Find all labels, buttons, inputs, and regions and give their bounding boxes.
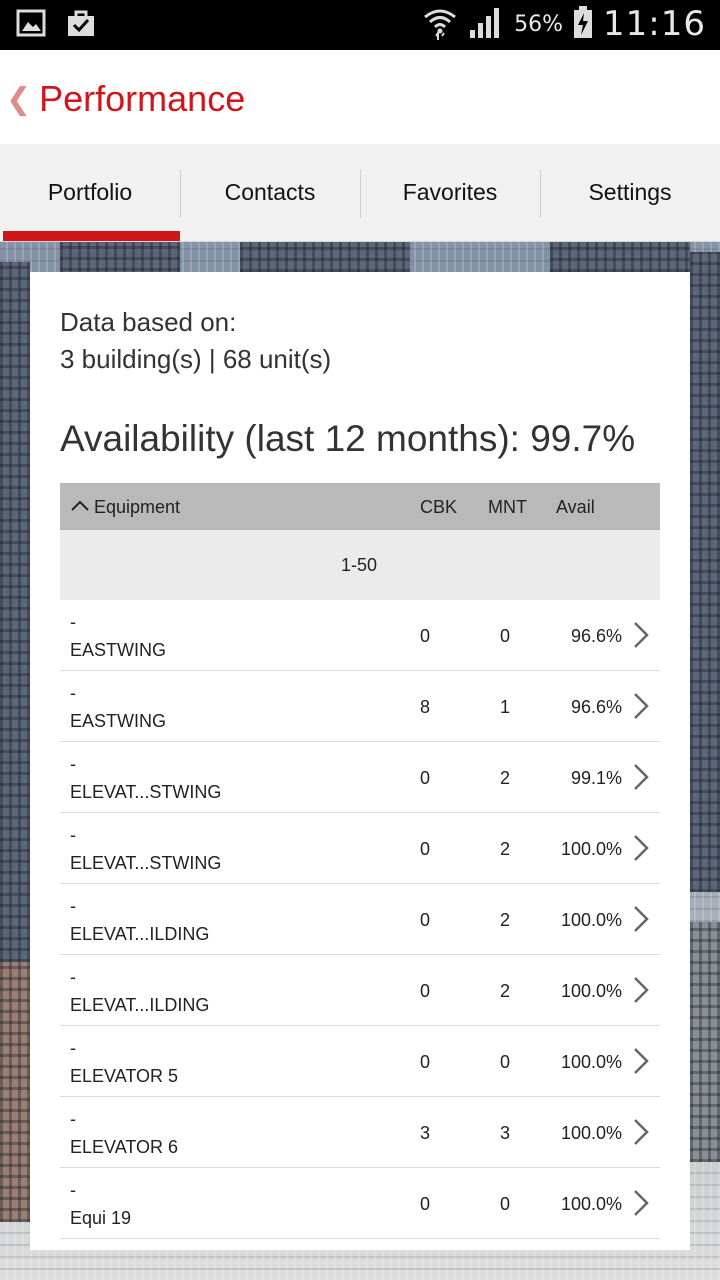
avail-value: 100.0%: [560, 839, 622, 859]
chevron-right-icon[interactable]: [630, 975, 652, 1005]
chevron-right-icon[interactable]: [630, 833, 652, 863]
equipment-name: ELEVAT...STWING: [70, 853, 222, 873]
bag-check-icon: [64, 6, 98, 40]
sort-ascending-icon[interactable]: [70, 496, 90, 516]
column-header-cbk[interactable]: CBK: [420, 497, 457, 518]
row-prefix: -: [70, 896, 76, 916]
availability-summary: Availability (last 12 months): 99.7%: [60, 418, 636, 459]
cbk-value: 0: [420, 1194, 431, 1214]
mnt-value: 2: [500, 981, 511, 1001]
chevron-right-icon[interactable]: [630, 691, 652, 721]
row-prefix: -: [70, 967, 76, 987]
page-title: Performance: [39, 78, 246, 119]
cbk-value: 0: [420, 981, 431, 1001]
mnt-value: 3: [500, 1123, 511, 1143]
avail-value: 96.6%: [570, 697, 622, 717]
table-row[interactable]: - ELEVATOR 5 0 0 100.0%: [60, 1026, 660, 1097]
back-button[interactable]: ❮ Performance: [6, 78, 245, 120]
table-row[interactable]: - ELEVAT...STWING 0 2 99.1%: [60, 742, 660, 813]
mnt-value: 0: [500, 1194, 511, 1214]
chevron-right-icon[interactable]: [630, 1117, 652, 1147]
column-header-equipment[interactable]: Equipment: [94, 497, 180, 518]
chevron-left-icon: ❮: [6, 81, 32, 117]
app-header: ❮ Performance: [0, 50, 720, 144]
table-row[interactable]: - EASTWING 0 0 96.6%: [60, 600, 660, 671]
cbk-value: 0: [420, 768, 431, 788]
cbk-value: 0: [420, 839, 431, 859]
tab-contacts[interactable]: Contacts: [180, 144, 360, 241]
chevron-right-icon[interactable]: [630, 620, 652, 650]
tab-favorites[interactable]: Favorites: [360, 144, 540, 241]
row-prefix: -: [70, 1180, 76, 1200]
cbk-value: 3: [420, 1123, 431, 1143]
equipment-name: Equi 19: [70, 1208, 132, 1228]
gallery-icon: [14, 6, 48, 40]
battery-charging-icon: [573, 5, 593, 44]
table-row[interactable]: - ELEVAT...ILDING 0 2 100.0%: [60, 955, 660, 1026]
wifi-icon: [422, 4, 458, 45]
avail-value: 99.1%: [570, 768, 622, 788]
equipment-name: ELEVATOR 5: [70, 1066, 179, 1086]
row-prefix: -: [70, 683, 76, 703]
equipment-name: EASTWING: [70, 640, 167, 660]
row-prefix: -: [70, 612, 76, 632]
row-prefix: -: [70, 1109, 76, 1129]
chevron-right-icon[interactable]: [630, 762, 652, 792]
mnt-value: 1: [500, 697, 511, 717]
avail-value: 96.6%: [570, 626, 622, 646]
row-prefix: -: [70, 1038, 76, 1058]
avail-value: 100.0%: [560, 1123, 622, 1143]
equipment-table: Equipment CBK MNT Avail 1-50 - EASTWING 0 0…: [60, 483, 660, 1239]
tab-settings[interactable]: Settings: [540, 144, 720, 241]
avail-value: 100.0%: [560, 910, 622, 930]
mnt-value: 2: [500, 768, 511, 788]
data-based-on: Data based on: 3 building(s) | 68 unit(s…: [60, 304, 331, 378]
chevron-right-icon[interactable]: [630, 1188, 652, 1218]
cbk-value: 0: [420, 626, 431, 646]
table-header: Equipment CBK MNT Avail: [60, 483, 660, 530]
clock: 11:16: [603, 4, 706, 44]
chevron-right-icon[interactable]: [630, 1046, 652, 1076]
portfolio-card: Data based on: 3 building(s) | 68 unit(s…: [30, 272, 690, 1250]
mnt-value: 0: [500, 1052, 511, 1072]
column-header-mnt[interactable]: MNT: [488, 497, 527, 518]
equipment-name: ELEVAT...ILDING: [70, 995, 210, 1015]
mnt-value: 2: [500, 839, 511, 859]
avail-value: 100.0%: [560, 1052, 622, 1072]
chevron-right-icon[interactable]: [630, 904, 652, 934]
cbk-value: 0: [420, 910, 431, 930]
tab-bar: Portfolio Contacts Favorites Settings: [0, 144, 720, 242]
equipment-name: ELEVATOR 6: [70, 1137, 179, 1157]
cbk-value: 0: [420, 1052, 431, 1072]
signal-icon: [468, 4, 504, 45]
table-row[interactable]: - ELEVATOR 6 3 3 100.0%: [60, 1097, 660, 1168]
equipment-name: EASTWING: [70, 711, 167, 731]
equipment-name: ELEVAT...ILDING: [70, 924, 210, 944]
cbk-value: 8: [420, 697, 431, 717]
battery-percent: 56%: [514, 11, 564, 37]
avail-value: 100.0%: [560, 981, 622, 1001]
equipment-name: ELEVAT...STWING: [70, 782, 222, 802]
column-header-avail[interactable]: Avail: [556, 497, 595, 518]
range-label: 1-50: [341, 555, 378, 575]
table-row[interactable]: - EASTWING 8 1 96.6%: [60, 671, 660, 742]
row-prefix: -: [70, 754, 76, 774]
row-prefix: -: [70, 825, 76, 845]
mnt-value: 2: [500, 910, 511, 930]
table-row[interactable]: - Equi 19 0 0 100.0%: [60, 1168, 660, 1239]
table-row[interactable]: - ELEVAT...ILDING 0 2 100.0%: [60, 884, 660, 955]
tab-portfolio[interactable]: Portfolio: [0, 144, 180, 241]
status-bar: 56% 11:16: [0, 0, 720, 50]
avail-value: 100.0%: [560, 1194, 622, 1214]
building-unit-count: 3 building(s) | 68 unit(s): [60, 344, 332, 374]
range-row: 1-50: [60, 530, 660, 600]
mnt-value: 0: [500, 626, 511, 646]
table-row[interactable]: - ELEVAT...STWING 0 2 100.0%: [60, 813, 660, 884]
data-based-label: Data based on:: [60, 307, 237, 337]
